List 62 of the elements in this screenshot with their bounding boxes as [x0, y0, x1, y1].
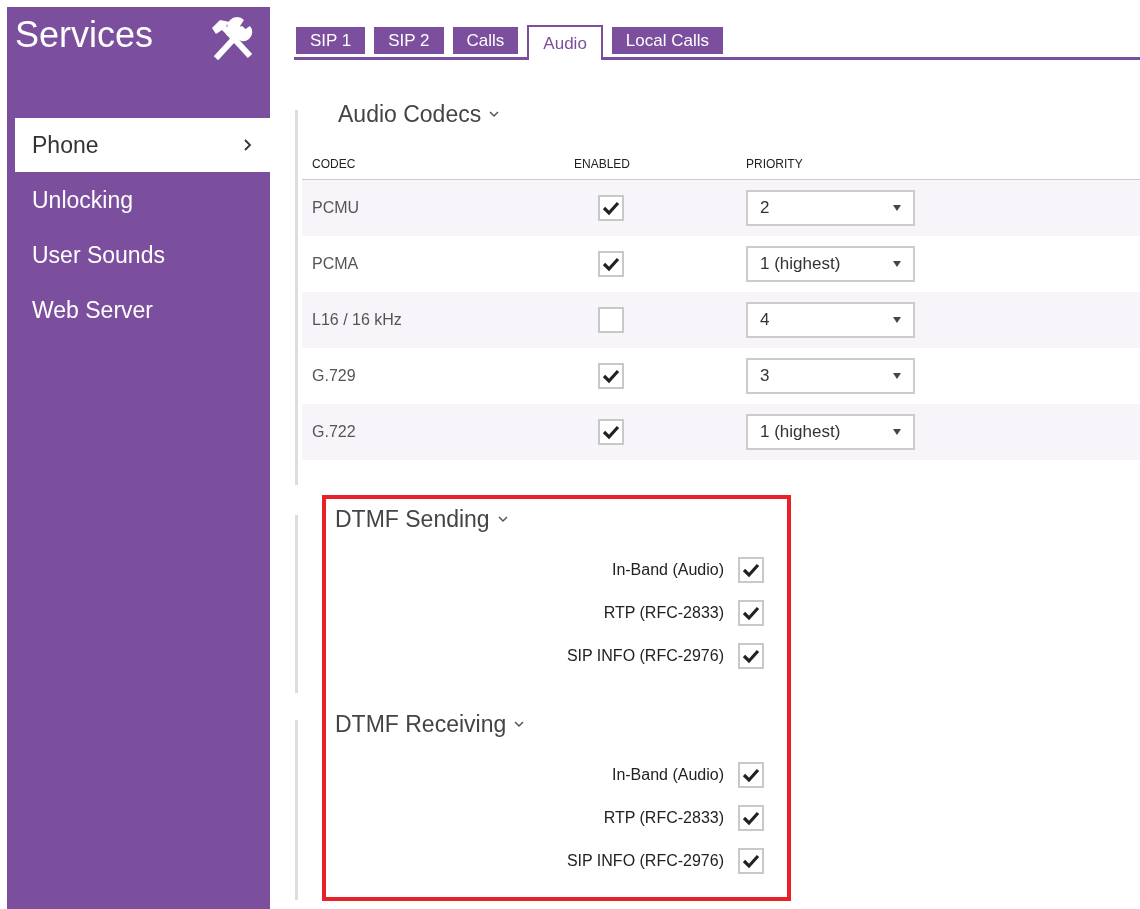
option-label: In-Band (Audio)	[611, 560, 724, 580]
chevron-down-icon	[497, 515, 508, 523]
priority-dropdown[interactable]: 2	[746, 190, 915, 226]
checkbox[interactable]	[738, 600, 764, 626]
checkbox[interactable]	[598, 195, 624, 221]
caret-down-icon	[893, 373, 901, 379]
option-label: SIP INFO (RFC-2976)	[566, 851, 724, 871]
section-title[interactable]: DTMF Receiving	[335, 710, 525, 738]
checkbox[interactable]	[598, 307, 624, 333]
option-label: In-Band (Audio)	[611, 765, 724, 785]
table-cell-text: G.729	[311, 366, 357, 386]
checkbox[interactable]	[738, 848, 764, 874]
checkbox[interactable]	[738, 557, 764, 583]
checkmark-icon	[602, 368, 620, 384]
sidebar-item[interactable]: User Sounds	[15, 228, 270, 282]
priority-dropdown[interactable]: 4	[746, 302, 915, 338]
checkmark-icon	[602, 200, 620, 216]
checkmark-icon	[602, 424, 620, 440]
sidebar-item[interactable]: Phone	[15, 118, 270, 172]
checkbox[interactable]	[738, 805, 764, 831]
checkbox[interactable]	[598, 251, 624, 277]
table-cell-text: PCMA	[311, 254, 360, 274]
option-label: RTP (RFC-2833)	[603, 603, 724, 623]
checkmark-icon	[742, 648, 760, 664]
checkmark-icon	[602, 256, 620, 272]
table-cell-text: PCMU	[311, 198, 361, 218]
checkmark-icon	[742, 853, 760, 869]
checkmark-icon	[742, 767, 760, 783]
tab[interactable]: SIP 2	[374, 27, 444, 54]
chevron-down-icon	[489, 110, 500, 118]
tab[interactable]: SIP 1	[296, 27, 366, 54]
option-label: SIP INFO (RFC-2976)	[566, 646, 724, 666]
priority-dropdown[interactable]: 1 (highest)	[746, 246, 915, 282]
checkbox[interactable]	[598, 363, 624, 389]
caret-down-icon	[893, 317, 901, 323]
checkbox[interactable]	[598, 419, 624, 445]
priority-dropdown[interactable]: 3	[746, 358, 915, 394]
sidebar-item[interactable]: Web Server	[15, 283, 270, 337]
tab[interactable]: Local Calls	[611, 27, 723, 54]
tab[interactable]: Audio	[527, 25, 603, 60]
caret-down-icon	[893, 429, 901, 435]
column-header: ENABLED	[573, 155, 632, 173]
table-cell-text: G.722	[311, 422, 357, 442]
tab[interactable]: Calls	[452, 27, 519, 54]
chevron-right-icon	[244, 139, 252, 151]
table-cell-text: L16 / 16 kHz	[311, 310, 403, 330]
column-header: PRIORITY	[746, 155, 804, 173]
priority-dropdown[interactable]: 1 (highest)	[746, 414, 915, 450]
section-title[interactable]: DTMF Sending	[335, 505, 508, 533]
sidebar-item[interactable]: Unlocking	[15, 173, 270, 227]
checkbox[interactable]	[738, 762, 764, 788]
checkbox[interactable]	[738, 643, 764, 669]
column-header: CODEC	[311, 155, 357, 173]
checkmark-icon	[742, 605, 760, 621]
option-label: RTP (RFC-2833)	[603, 808, 724, 828]
caret-down-icon	[893, 205, 901, 211]
checkmark-icon	[742, 810, 760, 826]
checkmark-icon	[742, 562, 760, 578]
sidebar-title: Services	[15, 13, 154, 57]
caret-down-icon	[893, 261, 901, 267]
chevron-down-icon	[514, 720, 525, 728]
section-title[interactable]: Audio Codecs	[338, 100, 1140, 128]
